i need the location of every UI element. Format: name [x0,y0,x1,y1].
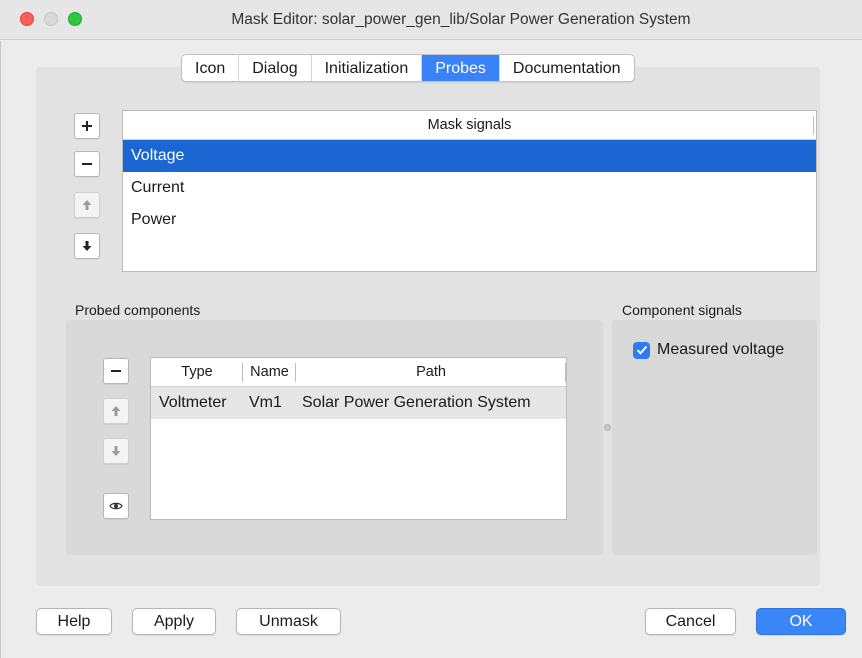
cell-type: Voltmeter [159,394,227,411]
title-bar: Mask Editor: solar_power_gen_lib/Solar P… [0,0,862,40]
tab-documentation[interactable]: Documentation [500,55,634,81]
probed-components-label: Probed components [75,302,201,318]
tab-icon[interactable]: Icon [182,55,240,81]
column-header-path[interactable]: Path [296,358,566,386]
minus-icon [82,163,92,165]
remove-component-button[interactable] [103,358,129,384]
tab-dialog[interactable]: Dialog [239,55,312,81]
column-header-name[interactable]: Name [243,358,296,386]
arrow-up-icon [111,406,121,416]
signal-row-power[interactable]: Power [123,204,816,236]
signal-row-current[interactable]: Current [123,172,816,204]
table-header: Type Name Path [151,358,566,387]
arrow-up-icon [82,200,92,210]
remove-signal-button[interactable] [74,151,100,177]
add-signal-button[interactable] [74,113,100,139]
table-row[interactable]: Voltmeter Vm1 Solar Power Generation Sys… [151,387,566,419]
component-signals-label: Component signals [622,302,742,318]
column-header-type[interactable]: Type [151,358,243,386]
component-signal-measured-voltage[interactable]: Measured voltage [633,341,784,359]
mask-signals-list: Mask signals Voltage Current Power [122,110,817,272]
move-component-up-button[interactable] [103,398,129,424]
tab-probes[interactable]: Probes [422,55,500,81]
arrow-down-icon [82,241,92,251]
move-component-down-button[interactable] [103,438,129,464]
plus-icon [82,121,92,131]
highlight-component-button[interactable] [103,493,129,519]
checkbox-label: Measured voltage [657,341,785,358]
probed-components-table: Type Name Path Voltmeter Vm1 Solar Power… [150,357,567,520]
panel-splitter-handle[interactable] [604,424,611,431]
ok-button[interactable]: OK [756,608,846,635]
move-signal-down-button[interactable] [74,233,100,259]
unmask-button[interactable]: Unmask [236,608,341,635]
move-signal-up-button[interactable] [74,192,100,218]
help-button[interactable]: Help [36,608,112,635]
checkbox-checked[interactable] [633,341,650,359]
cell-path: Solar Power Generation System [302,394,531,411]
apply-button[interactable]: Apply [132,608,216,635]
tab-initialization[interactable]: Initialization [312,55,423,81]
arrow-down-icon [111,446,121,456]
checkmark-icon [636,345,647,355]
cancel-button[interactable]: Cancel [645,608,736,635]
tab-bar: Icon Dialog Initialization Probes Docume… [181,54,635,82]
eye-icon [109,502,123,510]
mask-signals-header: Mask signals [123,111,816,140]
signal-row-voltage[interactable]: Voltage [123,140,816,172]
cell-name: Vm1 [249,394,282,411]
minus-icon [111,370,121,372]
window-title: Mask Editor: solar_power_gen_lib/Solar P… [231,11,691,28]
